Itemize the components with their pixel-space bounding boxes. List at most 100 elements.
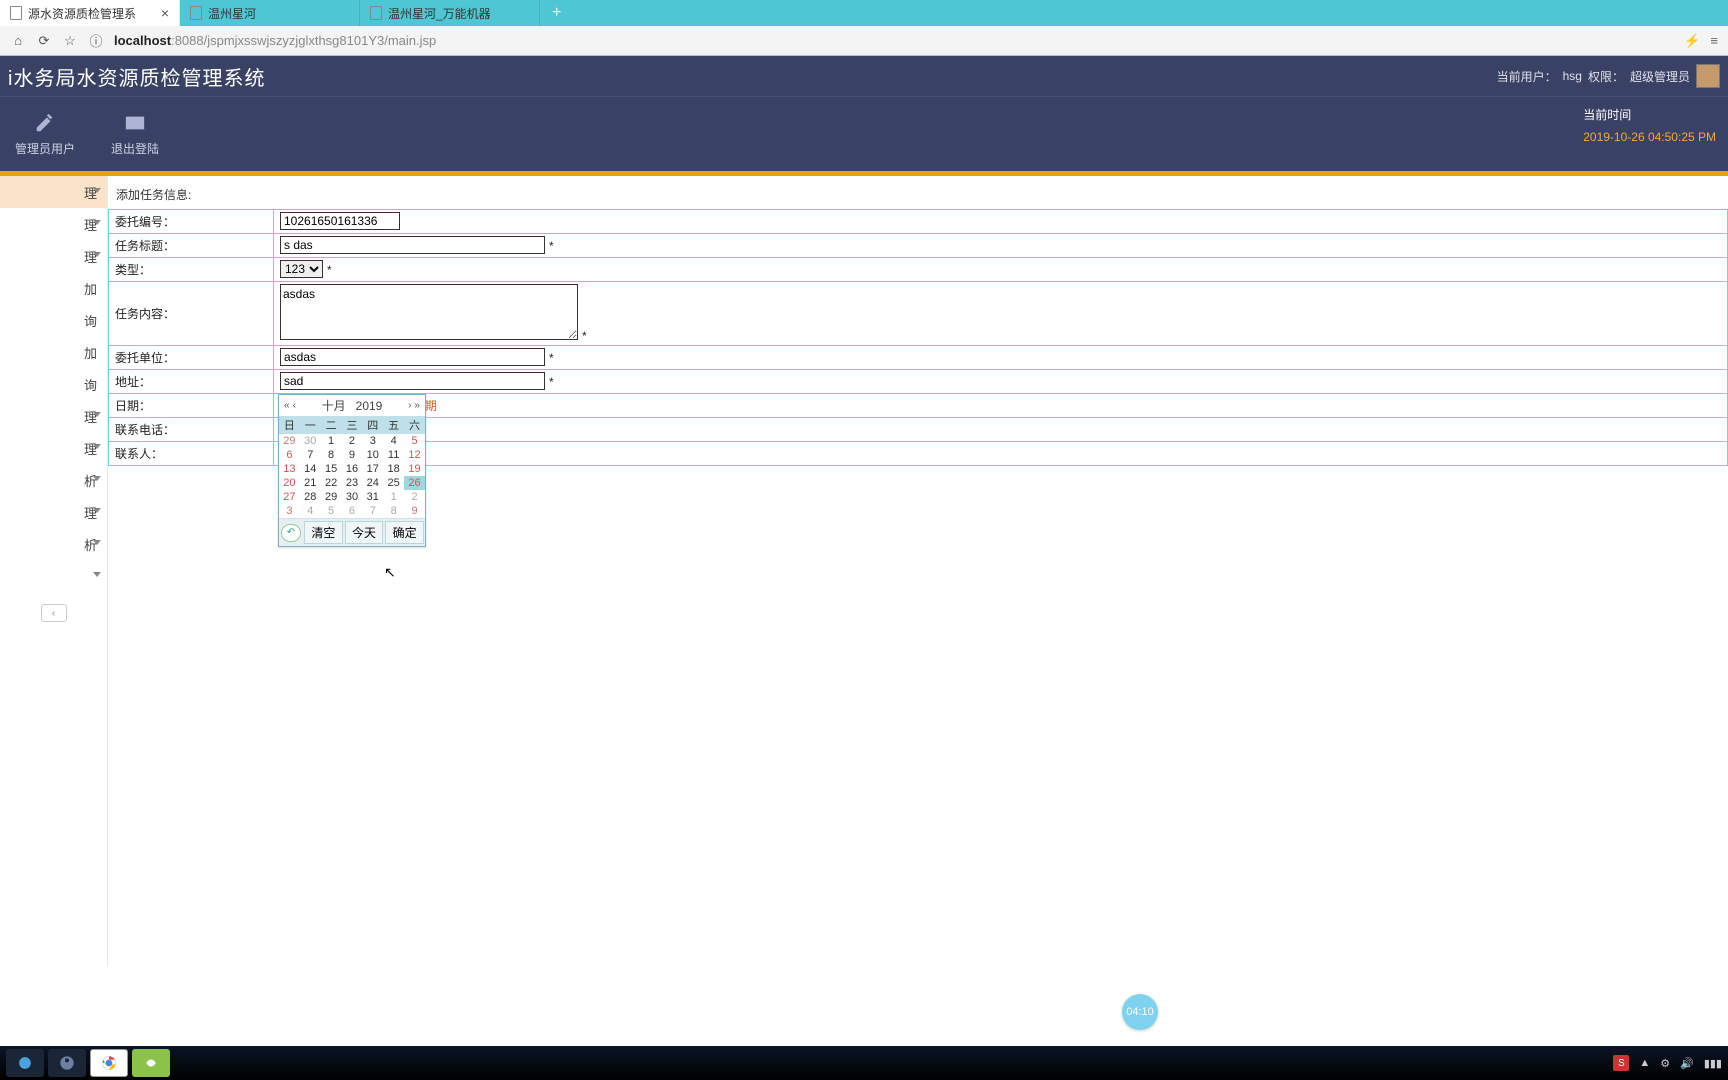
next-year-button[interactable]: » [413,400,421,411]
dp-day[interactable]: 29 [279,434,300,448]
logout-button[interactable]: 退出登陆 [90,97,180,171]
dp-day[interactable]: 5 [321,504,342,518]
address-input[interactable] [280,372,545,390]
sidebar-item[interactable]: 析 [0,464,107,496]
dp-day[interactable]: 25 [383,476,404,490]
dp-day[interactable]: 7 [362,504,383,518]
dp-day[interactable]: 8 [383,504,404,518]
dp-day[interactable]: 15 [321,462,342,476]
dp-day[interactable]: 5 [404,434,425,448]
info-icon[interactable]: ⓘ [88,33,104,49]
battery-icon[interactable]: ⚙ [1660,1057,1670,1070]
reload-icon[interactable]: ⟳ [36,33,52,49]
sidebar-item[interactable]: 询 [0,368,107,400]
dp-day[interactable]: 11 [383,448,404,462]
dp-day[interactable]: 18 [383,462,404,476]
dp-day[interactable]: 3 [279,504,300,518]
tab-label: 温州星河 [208,5,256,22]
sidebar-item[interactable]: 理 [0,208,107,240]
dp-day[interactable]: 14 [300,462,321,476]
sidebar-item[interactable]: 理 [0,400,107,432]
avatar[interactable] [1696,64,1720,88]
browser-tab-1[interactable]: 源水资源质检管理系 × [0,0,180,26]
sidebar-item[interactable]: 询 [0,304,107,336]
dp-day[interactable]: 24 [362,476,383,490]
dp-clear-button[interactable]: 清空 [304,521,343,544]
sidebar-item[interactable]: 理 [0,496,107,528]
browser-tab-2[interactable]: 温州星河 [180,0,360,26]
collapse-sidebar-button[interactable]: ‹ [41,604,67,622]
dp-day[interactable]: 29 [321,490,342,504]
chevron-down-icon [93,572,101,577]
dp-day[interactable]: 6 [342,504,363,518]
dp-day[interactable]: 4 [383,434,404,448]
dp-day[interactable]: 8 [321,448,342,462]
dp-day[interactable]: 30 [342,490,363,504]
dp-day[interactable]: 10 [362,448,383,462]
page-icon [190,6,202,20]
url-text[interactable]: localhost:8088/jspmjxsswjszyzjglxthsg810… [114,33,436,48]
dp-month[interactable]: 十月 [322,399,346,413]
dp-day[interactable]: 27 [279,490,300,504]
dp-day[interactable]: 19 [404,462,425,476]
admin-user-button[interactable]: 管理员用户 [0,97,90,171]
taskbar-app[interactable] [48,1049,86,1077]
sidebar-item[interactable]: 加 [0,336,107,368]
dp-day[interactable]: 2 [342,434,363,448]
dp-day[interactable]: 3 [362,434,383,448]
dp-day[interactable]: 22 [321,476,342,490]
dp-day[interactable]: 6 [279,448,300,462]
volume-icon[interactable]: 🔊 [1680,1057,1694,1070]
sidebar-item[interactable]: 加 [0,272,107,304]
dp-day[interactable]: 9 [342,448,363,462]
dp-day[interactable]: 9 [404,504,425,518]
close-icon[interactable]: × [161,5,169,21]
dp-ok-button[interactable]: 确定 [385,521,424,544]
dp-year[interactable]: 2019 [356,399,383,413]
dp-today-button[interactable]: 今天 [345,521,384,544]
dp-day[interactable]: 20 [279,476,300,490]
dp-day[interactable]: 4 [300,504,321,518]
dp-day[interactable]: 1 [383,490,404,504]
ime-icon[interactable]: S [1613,1055,1629,1071]
entrust-no-input[interactable] [280,212,400,230]
sidebar-item[interactable]: 理 [0,240,107,272]
new-tab-button[interactable]: + [540,0,573,26]
time-badge[interactable]: 04:10 [1122,994,1158,1030]
dp-day[interactable]: 17 [362,462,383,476]
task-title-input[interactable] [280,236,545,254]
dp-day[interactable]: 7 [300,448,321,462]
dp-day[interactable]: 31 [362,490,383,504]
sidebar-item[interactable]: 析 [0,528,107,560]
task-content-textarea[interactable] [280,284,578,340]
start-button[interactable] [6,1049,44,1077]
next-month-button[interactable]: › [407,400,412,411]
dp-back-button[interactable]: ↶ [281,524,301,542]
prev-year-button[interactable]: « [283,400,291,411]
dp-day[interactable]: 21 [300,476,321,490]
menu-icon[interactable]: ≡ [1710,33,1718,49]
wifi-icon[interactable]: ▮▮▮ [1704,1057,1722,1070]
tray-icon[interactable]: ▲ [1639,1057,1650,1069]
dp-day[interactable]: 28 [300,490,321,504]
unit-input[interactable] [280,348,545,366]
dp-day[interactable]: 2 [404,490,425,504]
dp-day[interactable]: 23 [342,476,363,490]
prev-month-button[interactable]: ‹ [292,400,297,411]
dp-day[interactable]: 30 [300,434,321,448]
dp-day[interactable]: 16 [342,462,363,476]
bolt-icon[interactable]: ⚡ [1684,33,1700,49]
home-icon[interactable]: ⌂ [10,33,26,49]
type-select[interactable]: 123 [280,260,323,278]
sidebar-item[interactable]: 理 [0,176,107,208]
browser-tab-3[interactable]: 温州星河_万能机器 [360,0,540,26]
taskbar-app-2[interactable] [132,1049,170,1077]
taskbar-chrome[interactable] [90,1049,128,1077]
dp-day[interactable]: 1 [321,434,342,448]
star-icon[interactable]: ☆ [62,33,78,49]
dp-day[interactable]: 12 [404,448,425,462]
dp-day[interactable]: 13 [279,462,300,476]
sidebar-item[interactable] [0,560,107,592]
sidebar-item[interactable]: 理 [0,432,107,464]
dp-day[interactable]: 26 [404,476,425,490]
